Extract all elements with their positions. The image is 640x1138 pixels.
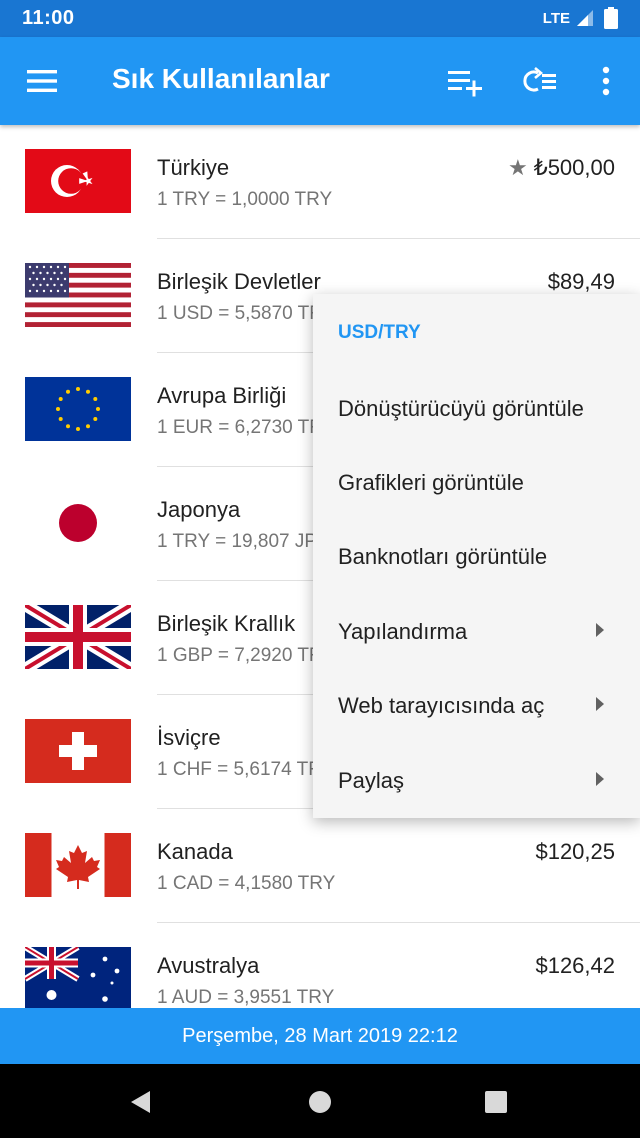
add-list-icon[interactable] — [444, 61, 488, 101]
last-update-date: Perşembe, 28 Mart 2019 22:12 — [182, 1025, 458, 1047]
currency-row[interactable]: Avustralya 1 AUD = 3,9551 TRY $126,42 — [0, 923, 640, 1008]
submenu-arrow-icon — [596, 623, 604, 637]
menu-item-label: Web tarayıcısında aç — [338, 693, 545, 718]
exchange-rate: 1 EUR = 6,2730 TRY — [157, 417, 336, 438]
country-name: Avrupa Birliği — [157, 383, 287, 408]
uk-flag-icon — [25, 605, 131, 669]
more-vert-icon[interactable] — [584, 61, 628, 101]
japan-flag-icon — [25, 491, 131, 555]
battery-icon — [604, 7, 618, 29]
star-icon[interactable]: ★ — [508, 155, 528, 180]
country-name: Birleşik Devletler — [157, 269, 321, 294]
menu-item-label: Paylaş — [338, 768, 405, 793]
menu-icon[interactable] — [20, 63, 64, 99]
context-menu-title: USD/TRY — [338, 322, 421, 343]
exchange-rate: 1 GBP = 7,2920 TRY — [157, 645, 335, 666]
page-title: Sık Kullanılanlar — [112, 63, 330, 94]
converted-amount: $120,25 — [535, 839, 615, 864]
network-type: LTE — [542, 10, 570, 27]
status-time: 11:00 — [22, 7, 75, 29]
menu-item-view-converter[interactable]: Dönüştürücüyü görüntüle — [313, 372, 640, 446]
currency-row[interactable]: Kanada 1 CAD = 4,1580 TRY $120,25 — [0, 809, 640, 923]
country-name: Türkiye — [157, 155, 230, 180]
submenu-arrow-icon — [596, 772, 604, 786]
eu-flag-icon — [25, 377, 131, 441]
menu-item-view-charts[interactable]: Grafikleri görüntüle — [313, 446, 640, 520]
switzerland-flag-icon — [25, 719, 131, 783]
reorder-icon[interactable] — [518, 61, 562, 101]
country-name: Japonya — [157, 497, 241, 522]
exchange-rate: 1 AUD = 3,9551 TRY — [157, 987, 335, 1008]
back-icon[interactable] — [128, 1089, 154, 1115]
exchange-rate: 1 USD = 5,5870 TRY — [157, 303, 336, 324]
system-nav-bar — [0, 1064, 640, 1138]
country-name: İsviçre — [157, 725, 221, 750]
menu-item-label: Banknotları görüntüle — [338, 544, 548, 569]
country-name: Avustralya — [157, 953, 260, 978]
exchange-rate: 1 CAD = 4,1580 TRY — [157, 873, 336, 894]
menu-item-open-in-browser[interactable]: Web tarayıcısında aç — [313, 669, 640, 743]
usa-flag-icon — [25, 263, 131, 327]
turkey-flag-icon — [25, 149, 131, 213]
exchange-rate: 1 CHF = 5,6174 TRY — [157, 759, 335, 780]
country-name: Birleşik Krallık — [157, 611, 296, 636]
menu-item-view-banknotes[interactable]: Banknotları görüntüle — [313, 520, 640, 594]
home-icon[interactable] — [307, 1089, 333, 1115]
date-bar: Perşembe, 28 Mart 2019 22:12 — [0, 1008, 640, 1064]
signal-icon — [577, 10, 593, 26]
exchange-rate: 1 TRY = 19,807 JPY — [157, 531, 330, 552]
status-bar: 11:00 LTE — [0, 0, 640, 37]
exchange-rate: 1 TRY = 1,0000 TRY — [157, 189, 333, 210]
app-bar: Sık Kullanılanlar — [0, 37, 640, 125]
recents-icon[interactable] — [484, 1090, 508, 1114]
country-name: Kanada — [157, 839, 233, 864]
menu-item-label: Dönüştürücüyü görüntüle — [338, 396, 584, 421]
amount-value: ₺500,00 — [533, 155, 615, 180]
menu-item-label: Yapılandırma — [338, 619, 468, 644]
currency-row[interactable]: Türkiye 1 TRY = 1,0000 TRY ★ ₺500,00 — [0, 125, 640, 239]
menu-item-configuration[interactable]: Yapılandırma — [313, 595, 640, 669]
converted-amount: ★ ₺500,00 — [508, 155, 615, 181]
canada-flag-icon — [25, 833, 131, 897]
submenu-arrow-icon — [596, 697, 604, 711]
menu-item-label: Grafikleri görüntüle — [338, 470, 524, 495]
context-menu: USD/TRY Dönüştürücüyü görüntüle Grafikle… — [313, 294, 640, 818]
converted-amount: $126,42 — [535, 953, 615, 978]
menu-item-share[interactable]: Paylaş — [313, 744, 640, 818]
australia-flag-icon — [25, 947, 131, 1008]
converted-amount: $89,49 — [547, 269, 615, 294]
